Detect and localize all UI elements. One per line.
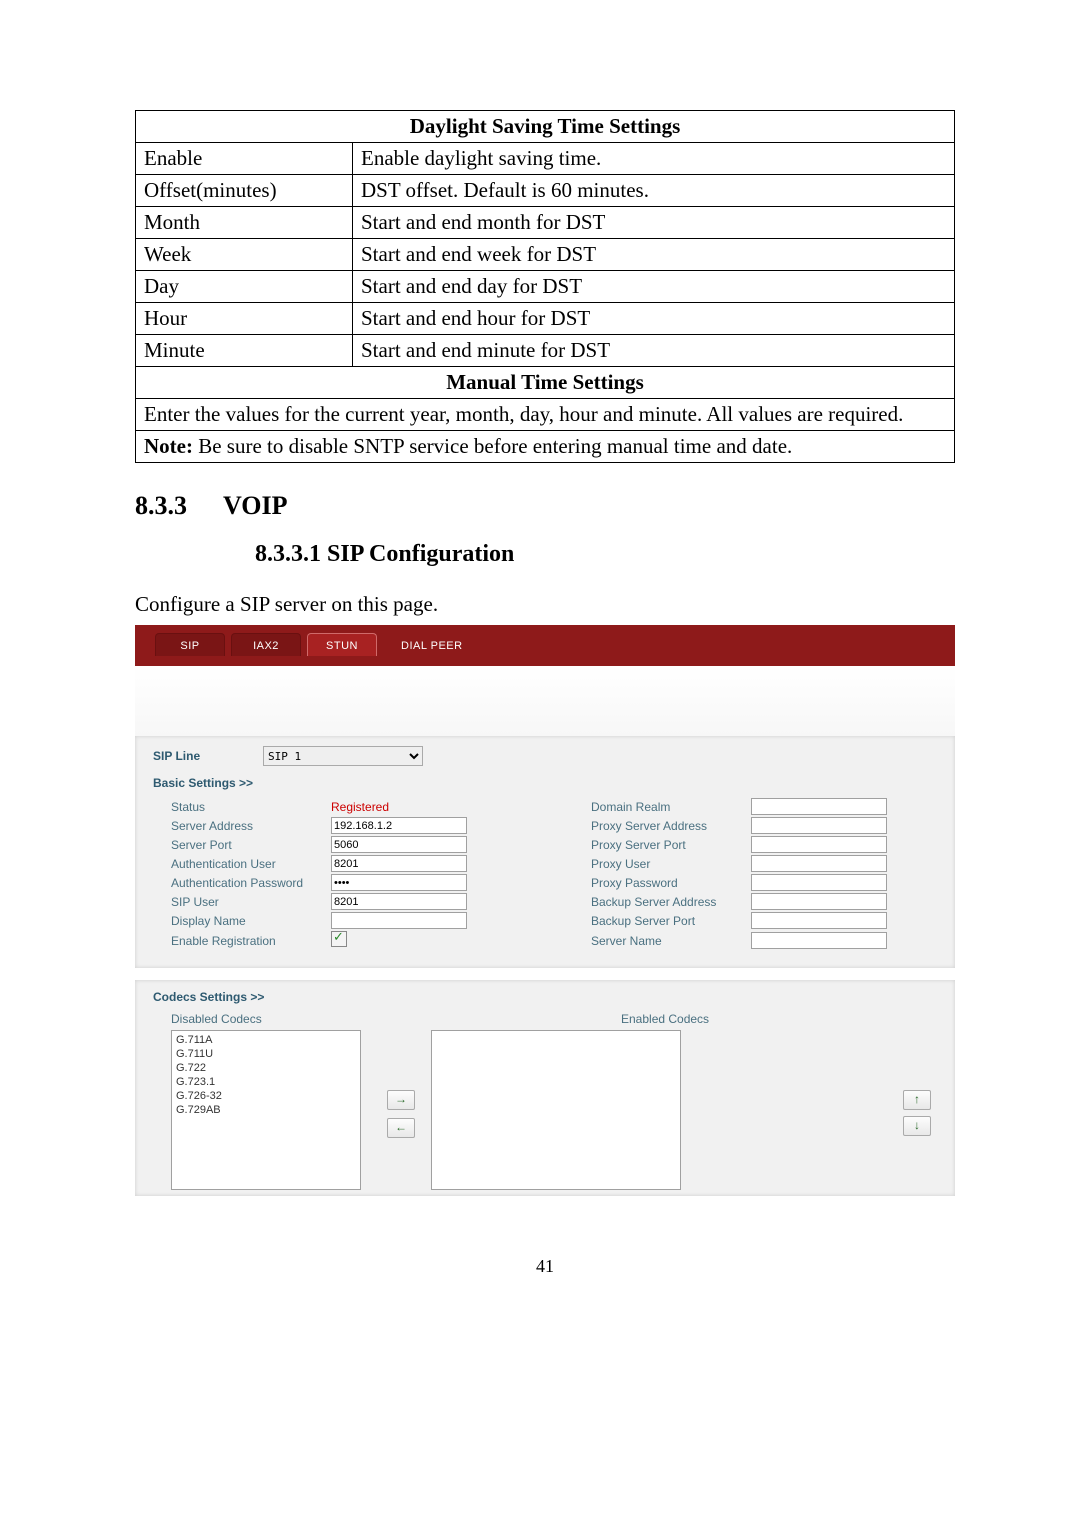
tab-iax2[interactable]: IAX2 bbox=[231, 633, 301, 656]
disabled-codecs-label: Disabled Codecs bbox=[171, 1012, 431, 1026]
tab-sip[interactable]: SIP bbox=[155, 633, 225, 656]
enabled-codecs-list[interactable] bbox=[431, 1030, 681, 1190]
move-right-button[interactable]: → bbox=[387, 1090, 415, 1110]
auth-password-input[interactable] bbox=[331, 874, 467, 891]
basic-settings-panel: SIP Line SIP 1 Basic Settings >> Status … bbox=[135, 736, 955, 968]
move-left-button[interactable]: ← bbox=[387, 1118, 415, 1138]
proxy-user-input[interactable] bbox=[751, 855, 887, 872]
heading-8-3-3-number: 8.3.3 bbox=[135, 491, 187, 520]
enable-registration-label: Enable Registration bbox=[171, 934, 331, 948]
display-name-label: Display Name bbox=[171, 914, 331, 928]
dst-row-month-val: Start and end month for DST bbox=[353, 207, 955, 239]
dst-row-enable-val: Enable daylight saving time. bbox=[353, 143, 955, 175]
sip-line-label: SIP Line bbox=[153, 749, 263, 763]
arrow-right-icon: → bbox=[395, 1092, 407, 1106]
dst-row-offset-val: DST offset. Default is 60 minutes. bbox=[353, 175, 955, 207]
manual-time-header: Manual Time Settings bbox=[136, 367, 955, 399]
server-address-label: Server Address bbox=[171, 819, 331, 833]
basic-settings-title: Basic Settings >> bbox=[153, 776, 937, 790]
note-text: Be sure to disable SNTP service before e… bbox=[193, 434, 792, 458]
note-label: Note: bbox=[144, 434, 193, 458]
codec-item[interactable]: G.723.1 bbox=[176, 1075, 356, 1089]
disabled-codecs-list[interactable]: G.711AG.711UG.722G.723.1G.726-32G.729AB bbox=[171, 1030, 361, 1190]
proxy-password-input[interactable] bbox=[751, 874, 887, 891]
heading-8-3-3: 8.3.3 VOIP bbox=[135, 491, 955, 521]
dst-row-month-key: Month bbox=[136, 207, 353, 239]
dst-row-hour-val: Start and end hour for DST bbox=[353, 303, 955, 335]
dst-row-week-key: Week bbox=[136, 239, 353, 271]
server-port-label: Server Port bbox=[171, 838, 331, 852]
arrow-down-icon: ↓ bbox=[914, 1118, 920, 1132]
move-down-button[interactable]: ↓ bbox=[903, 1116, 931, 1136]
server-name-label: Server Name bbox=[591, 934, 751, 948]
proxy-server-port-input[interactable] bbox=[751, 836, 887, 853]
heading-8-3-3-1: 8.3.3.1 SIP Configuration bbox=[255, 541, 955, 568]
dst-row-minute-key: Minute bbox=[136, 335, 353, 367]
proxy-user-label: Proxy User bbox=[591, 857, 751, 871]
auth-password-label: Authentication Password bbox=[171, 876, 331, 890]
status-label: Status bbox=[171, 800, 331, 814]
codec-item[interactable]: G.722 bbox=[176, 1061, 356, 1075]
tab-dial-peer[interactable]: DIAL PEER bbox=[383, 634, 481, 656]
backup-server-address-input[interactable] bbox=[751, 893, 887, 910]
codec-item[interactable]: G.726-32 bbox=[176, 1089, 356, 1103]
intro-text: Configure a SIP server on this page. bbox=[135, 592, 955, 617]
sip-line-select[interactable]: SIP 1 bbox=[263, 746, 423, 766]
auth-user-label: Authentication User bbox=[171, 857, 331, 871]
codec-item[interactable]: G.711A bbox=[176, 1033, 356, 1047]
move-up-button[interactable]: ↑ bbox=[903, 1090, 931, 1110]
display-name-input[interactable] bbox=[331, 912, 467, 929]
tab-bar: SIP IAX2 STUN DIAL PEER bbox=[135, 625, 955, 666]
proxy-server-address-input[interactable] bbox=[751, 817, 887, 834]
enable-registration-checkbox[interactable] bbox=[331, 931, 347, 947]
codec-item[interactable]: G.711U bbox=[176, 1047, 356, 1061]
backup-server-port-label: Backup Server Port bbox=[591, 914, 751, 928]
dst-row-hour-key: Hour bbox=[136, 303, 353, 335]
dst-header: Daylight Saving Time Settings bbox=[136, 111, 955, 143]
proxy-server-address-label: Proxy Server Address bbox=[591, 819, 751, 833]
heading-8-3-3-title: VOIP bbox=[223, 491, 287, 520]
arrow-left-icon: ← bbox=[395, 1120, 407, 1134]
manual-time-line1: Enter the values for the current year, m… bbox=[136, 399, 955, 431]
sip-config-screenshot: SIP IAX2 STUN DIAL PEER SIP Line SIP 1 B… bbox=[135, 625, 955, 1196]
dst-row-enable-key: Enable bbox=[136, 143, 353, 175]
tab-stun[interactable]: STUN bbox=[307, 633, 377, 656]
proxy-password-label: Proxy Password bbox=[591, 876, 751, 890]
backup-server-address-label: Backup Server Address bbox=[591, 895, 751, 909]
server-address-input[interactable] bbox=[331, 817, 467, 834]
enabled-codecs-label: Enabled Codecs bbox=[621, 1012, 709, 1026]
manual-time-line2: Note: Be sure to disable SNTP service be… bbox=[136, 431, 955, 463]
auth-user-input[interactable] bbox=[331, 855, 467, 872]
codecs-settings-panel: Codecs Settings >> Disabled Codecs Enabl… bbox=[135, 980, 955, 1196]
status-value: Registered bbox=[331, 800, 531, 814]
dst-row-week-val: Start and end week for DST bbox=[353, 239, 955, 271]
proxy-server-port-label: Proxy Server Port bbox=[591, 838, 751, 852]
dst-row-day-key: Day bbox=[136, 271, 353, 303]
dst-settings-table: Daylight Saving Time Settings Enable Ena… bbox=[135, 110, 955, 463]
page-number: 41 bbox=[135, 1256, 955, 1277]
dst-row-offset-key: Offset(minutes) bbox=[136, 175, 353, 207]
backup-server-port-input[interactable] bbox=[751, 912, 887, 929]
sip-user-label: SIP User bbox=[171, 895, 331, 909]
server-name-input[interactable] bbox=[751, 932, 887, 949]
dst-row-day-val: Start and end day for DST bbox=[353, 271, 955, 303]
sip-user-input[interactable] bbox=[331, 893, 467, 910]
codecs-settings-title: Codecs Settings >> bbox=[153, 990, 937, 1004]
codec-item[interactable]: G.729AB bbox=[176, 1103, 356, 1117]
arrow-up-icon: ↑ bbox=[914, 1092, 920, 1106]
domain-realm-label: Domain Realm bbox=[591, 800, 751, 814]
dst-row-minute-val: Start and end minute for DST bbox=[353, 335, 955, 367]
domain-realm-input[interactable] bbox=[751, 798, 887, 815]
server-port-input[interactable] bbox=[331, 836, 467, 853]
